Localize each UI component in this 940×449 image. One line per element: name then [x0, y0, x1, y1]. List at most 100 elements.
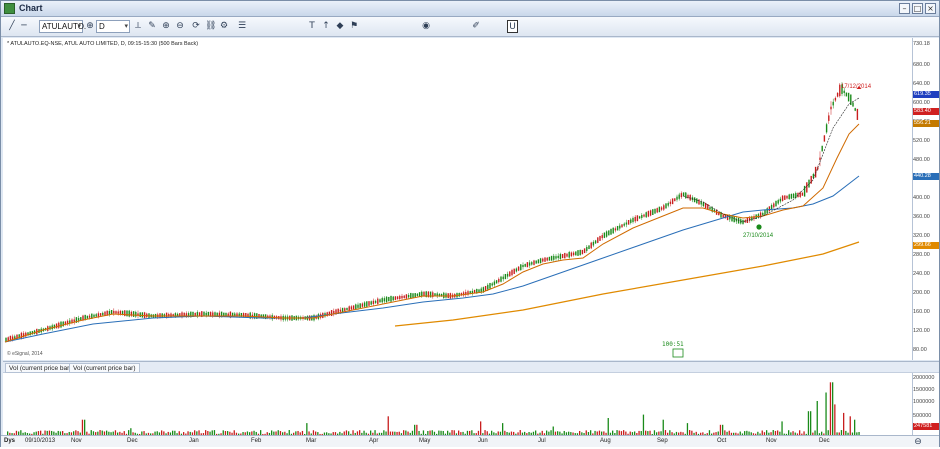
interval-field[interactable]: D ▾ — [96, 20, 130, 33]
candle-body — [212, 312, 214, 317]
candle-body — [478, 289, 480, 293]
candle-body — [20, 332, 23, 339]
candle-body — [77, 318, 80, 321]
candle-body — [788, 194, 790, 200]
candle-body — [390, 295, 392, 302]
candle-body — [610, 228, 612, 235]
time-axis[interactable]: Dys 09/10/2013 Nov Dec Jan Feb Mar Apr May Jun J… — [1, 435, 939, 447]
candle-body — [95, 314, 97, 317]
candle-body — [484, 285, 487, 291]
candle-body — [135, 312, 137, 317]
candle-body — [654, 208, 656, 214]
zoom-in-icon[interactable]: ⊕ — [161, 20, 171, 33]
candle-body — [592, 241, 595, 246]
price-pane[interactable]: * ATULAUTO.EQ-NSE, ATUL AUTO LIMITED, D,… — [3, 38, 913, 360]
candle-body — [568, 251, 570, 258]
title-bar: Chart – □ × — [1, 1, 939, 17]
vol-tab-1[interactable]: Vol (current price bar) — [5, 363, 76, 373]
candle-body — [489, 282, 491, 289]
candle-body — [108, 311, 111, 315]
volume-axis[interactable]: 2000000 1500000 1000000 500000 247581 — [913, 373, 939, 435]
ma-long-line — [394, 241, 860, 327]
candle-body — [370, 301, 372, 305]
volume-bar — [84, 419, 86, 435]
price-axis[interactable]: 730.18680.00640.00600.00560.00520.00480.… — [913, 38, 939, 360]
candle-body — [709, 207, 711, 210]
unit-button[interactable]: U — [507, 20, 518, 33]
link-chart-icon[interactable]: ⛓ — [205, 20, 216, 33]
pencil-icon[interactable]: ✎ — [147, 20, 157, 33]
candle-body — [696, 198, 698, 204]
volume-bar — [414, 424, 416, 435]
candle-body — [581, 249, 584, 255]
flag-icon[interactable]: ⚑ — [349, 20, 359, 33]
candle-body — [579, 249, 581, 256]
candle-body — [403, 295, 405, 298]
candle-body — [572, 252, 575, 256]
candle-body — [676, 196, 678, 200]
eye-icon[interactable]: ◉ — [421, 20, 431, 33]
candle-body — [768, 206, 771, 212]
volume-bar — [387, 416, 389, 435]
volume-bar — [719, 424, 722, 435]
ruler-icon[interactable]: ⟂ — [133, 20, 143, 33]
marker-icon[interactable]: ◆ — [335, 20, 345, 33]
menu-icon[interactable]: ☰ — [237, 20, 247, 33]
candle-body — [58, 322, 60, 328]
candle-body — [674, 198, 676, 202]
price-tag: 299.66 — [913, 242, 939, 249]
pen-icon[interactable]: ✐ — [471, 20, 481, 33]
candle-body — [652, 209, 654, 215]
candle-body — [132, 311, 135, 317]
arrow-up-icon[interactable]: ↑ — [321, 20, 331, 33]
volume-tick-label: 2000000 — [913, 375, 935, 381]
vol-tab-2[interactable]: Vol (current price bar) — [69, 363, 140, 373]
candle-body — [429, 291, 432, 298]
volume-bar — [825, 392, 827, 435]
candle-body — [368, 301, 370, 306]
candle-body — [685, 192, 687, 199]
line-tool-icon[interactable]: ╱ — [7, 20, 17, 33]
candle-body — [682, 192, 685, 197]
candle-body — [784, 195, 786, 200]
price-tick-label: 280.00 — [913, 252, 930, 258]
candle-body — [339, 309, 342, 312]
zoom-time-icon[interactable]: ⊖ — [913, 436, 923, 449]
candle-body — [509, 271, 511, 277]
candle-body — [669, 201, 672, 204]
candle-body — [385, 296, 388, 303]
candle-body — [330, 310, 333, 316]
candle-body — [575, 251, 577, 256]
volume-pane[interactable] — [3, 373, 913, 435]
candle-body — [643, 214, 645, 217]
minimize-button[interactable]: – — [899, 3, 910, 14]
volume-bar — [642, 414, 645, 435]
volume-bar — [416, 424, 418, 435]
candle-body — [194, 312, 196, 316]
settings-icon[interactable]: ⚙ — [219, 20, 229, 33]
text-tool-icon[interactable]: T — [307, 20, 317, 33]
close-button[interactable]: × — [925, 3, 936, 14]
month-label: Nov — [71, 438, 82, 444]
link-icon[interactable]: ⊕ — [85, 20, 95, 33]
ma-short-line — [4, 123, 860, 343]
candle-body — [823, 135, 826, 142]
candle-body — [852, 102, 854, 107]
zoom-out-icon[interactable]: ⊖ — [175, 20, 185, 33]
maximize-button[interactable]: □ — [912, 3, 923, 14]
candle-body — [141, 312, 144, 318]
refresh-icon[interactable]: ⟳ — [191, 20, 201, 33]
candle-body — [733, 216, 735, 223]
candle-body — [790, 194, 793, 199]
candle-body — [392, 296, 394, 301]
candle-body — [73, 319, 75, 322]
hline-tool-icon[interactable]: ─ — [19, 20, 29, 33]
candle-body — [612, 227, 614, 234]
candle-body — [680, 193, 683, 198]
candle-body — [115, 311, 117, 314]
price-tag: 440.28 — [913, 173, 939, 180]
symbol-field[interactable]: ATULAUTO. ▾ — [39, 20, 86, 33]
candle-body — [638, 216, 641, 219]
volume-tick-label: 1500000 — [913, 387, 935, 393]
candle-body — [660, 207, 663, 210]
